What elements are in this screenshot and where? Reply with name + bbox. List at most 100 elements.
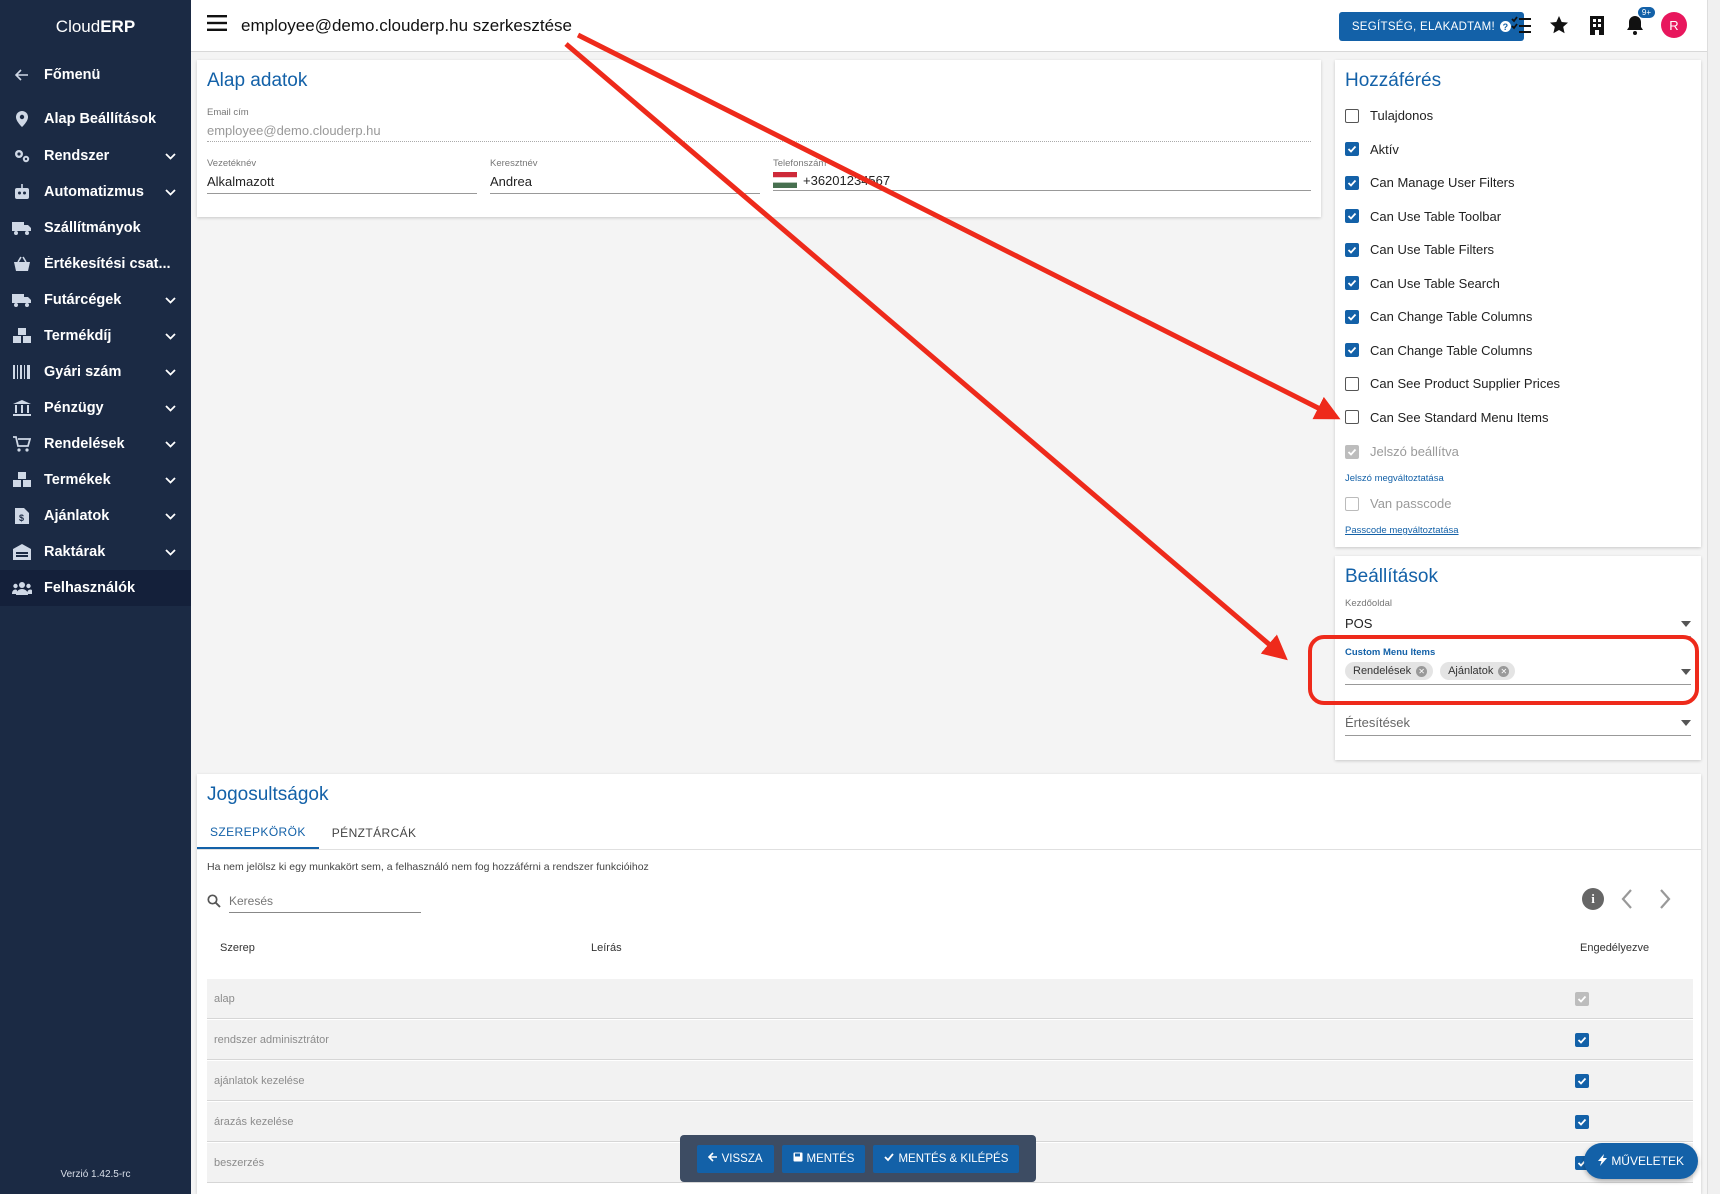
- notifications-select[interactable]: Értesítések: [1345, 713, 1691, 736]
- sidebar-back-main[interactable]: Főmenü: [0, 54, 191, 96]
- search-input[interactable]: [229, 892, 421, 913]
- access-checkbox-row[interactable]: Tulajdonos: [1345, 99, 1685, 133]
- tab-roles[interactable]: SZEREPKÖRÖK: [197, 816, 319, 849]
- star-icon[interactable]: [1547, 13, 1571, 37]
- table-row[interactable]: alap: [207, 979, 1693, 1019]
- access-checkbox-label: Can Change Table Columns: [1370, 342, 1533, 358]
- tab-wallets[interactable]: PÉNZTÁRCÁK: [319, 816, 430, 849]
- checkbox-checked[interactable]: [1345, 242, 1359, 257]
- bolt-icon: [1598, 1153, 1608, 1169]
- basic-data-card: Alap adatok Email cím employee@demo.clou…: [197, 60, 1321, 217]
- access-checkbox-row[interactable]: Aktív: [1345, 133, 1685, 167]
- brand-logo[interactable]: Cloud ERP: [0, 0, 191, 54]
- svg-text:$: $: [19, 513, 24, 523]
- info-icon[interactable]: i: [1582, 888, 1604, 910]
- chip-remove-icon[interactable]: ✕: [1498, 665, 1510, 677]
- role-name: árazás kezelése: [214, 1115, 294, 1128]
- access-checkbox-label: Can Use Table Filters: [1370, 242, 1495, 258]
- menu-toggle-button[interactable]: [195, 0, 239, 52]
- table-row[interactable]: ajánlatok kezelése: [207, 1061, 1693, 1101]
- sidebar-item-penzugy[interactable]: Pénzügy: [0, 390, 191, 426]
- building-icon[interactable]: [1585, 13, 1609, 37]
- chip-label: Ajánlatok: [1448, 665, 1494, 677]
- change-password-link[interactable]: Jelszó megváltoztatása: [1345, 473, 1444, 484]
- home-page-label: Kezdőoldal: [1345, 598, 1393, 609]
- sidebar-item-futarcegek[interactable]: Futárcégek: [0, 282, 191, 318]
- task-list-icon[interactable]: [1509, 13, 1533, 37]
- checkbox-unchecked[interactable]: [1345, 376, 1359, 391]
- dropdown-arrow-icon: [1681, 662, 1691, 680]
- checkbox-checked[interactable]: [1345, 343, 1359, 358]
- sidebar-item-label: Ajánlatok: [44, 508, 110, 524]
- avatar[interactable]: R: [1661, 12, 1687, 38]
- sidebar-item-label: Futárcégek: [44, 292, 122, 308]
- access-checkbox-row[interactable]: Can See Standard Menu Items: [1345, 401, 1685, 435]
- chevron-down-icon: [163, 473, 177, 487]
- access-checkbox-row[interactable]: Can Manage User Filters: [1345, 166, 1685, 200]
- checkbox-unchecked[interactable]: [1345, 108, 1359, 123]
- role-name: ajánlatok kezelése: [214, 1074, 305, 1087]
- checkbox-checked[interactable]: [1575, 1114, 1589, 1129]
- sidebar-item-label: Raktárak: [44, 544, 106, 560]
- role-name: alap: [214, 992, 235, 1005]
- sidebar-item-ajanlatok[interactable]: $ Ajánlatok: [0, 498, 191, 534]
- sidebar-item-szallitmanyok[interactable]: Szállítmányok: [0, 210, 191, 246]
- checkbox-checked[interactable]: [1575, 1073, 1589, 1088]
- sidebar-item-rendszer[interactable]: Rendszer: [0, 138, 191, 174]
- help-button[interactable]: SEGÍTSÉG, ELAKADTAM! ?: [1338, 12, 1524, 41]
- checkbox-unchecked[interactable]: [1345, 410, 1359, 425]
- bottom-action-bar: VISSZA MENTÉS MENTÉS & KILÉPÉS: [680, 1135, 1036, 1182]
- checkbox-checked[interactable]: [1345, 142, 1359, 157]
- sidebar-item-raktarak[interactable]: Raktárak: [0, 534, 191, 570]
- custom-menu-items-label: Custom Menu Items: [1345, 647, 1436, 658]
- page-scrollbar[interactable]: [1707, 0, 1720, 1194]
- checkbox-checked[interactable]: [1575, 1032, 1589, 1047]
- access-checkbox-row[interactable]: Can Use Table Search: [1345, 267, 1685, 301]
- home-page-select[interactable]: Kezdőoldal POS: [1345, 598, 1691, 637]
- access-checkbox-row[interactable]: Can Use Table Filters: [1345, 233, 1685, 267]
- access-checkbox-row[interactable]: Can Change Table Columns: [1345, 334, 1685, 368]
- actions-button[interactable]: MŰVELETEK: [1584, 1143, 1698, 1179]
- checkbox-checked[interactable]: [1345, 175, 1359, 190]
- sidebar-item-ertekesitesi-csat[interactable]: Értékesítési csat...: [0, 246, 191, 282]
- bell-icon[interactable]: 9+: [1623, 7, 1655, 37]
- access-checkbox-row[interactable]: Can Change Table Columns: [1345, 300, 1685, 334]
- chip-remove-icon[interactable]: ✕: [1416, 665, 1428, 677]
- column-enabled[interactable]: Engedélyezve: [1580, 942, 1649, 954]
- sidebar-item-label: Termékek: [44, 472, 111, 488]
- checkbox-checked-disabled: [1575, 991, 1589, 1006]
- table-row[interactable]: rendszer adminisztrátor: [207, 1020, 1693, 1060]
- save-and-exit-button[interactable]: MENTÉS & KILÉPÉS: [873, 1144, 1020, 1173]
- column-description[interactable]: Leírás: [591, 942, 622, 954]
- sidebar-item-gyari-szam[interactable]: Gyári szám: [0, 354, 191, 390]
- checkbox-checked[interactable]: [1345, 276, 1359, 291]
- chevron-left-icon[interactable]: [1619, 888, 1635, 915]
- access-card: Hozzáférés Tulajdonos Aktív Can Manage Use…: [1335, 60, 1701, 547]
- custom-menu-items-select[interactable]: Custom Menu Items Rendelések ✕ Ajánlatok ✕: [1345, 647, 1691, 685]
- passcode-label: Van passcode: [1370, 496, 1452, 512]
- sidebar-item-termekdij[interactable]: Termékdíj: [0, 318, 191, 354]
- checkbox-checked[interactable]: [1345, 309, 1359, 324]
- sidebar-item-termekek[interactable]: Termékek: [0, 462, 191, 498]
- checkbox-checked[interactable]: [1345, 209, 1359, 224]
- sidebar-item-label: Automatizmus: [44, 184, 144, 200]
- sidebar-item-rendelesek[interactable]: Rendelések: [0, 426, 191, 462]
- phone-field[interactable]: Telefonszám +36201234567: [773, 158, 1311, 191]
- column-role[interactable]: Szerep: [220, 942, 255, 954]
- access-checkbox-row[interactable]: Can See Product Supplier Prices: [1345, 367, 1685, 401]
- access-checkbox-row[interactable]: Can Use Table Toolbar: [1345, 200, 1685, 234]
- save-button[interactable]: MENTÉS: [781, 1144, 866, 1173]
- access-checkbox-label: Can See Product Supplier Prices: [1370, 376, 1561, 392]
- version-label: Verzió 1.42.5-rc: [60, 1169, 131, 1180]
- sidebar-item-label: Pénzügy: [44, 400, 104, 416]
- lastname-field[interactable]: Vezetéknév Alkalmazott: [207, 158, 477, 194]
- change-passcode-link[interactable]: Passcode megváltoztatása: [1345, 525, 1459, 536]
- hungary-flag-icon[interactable]: [773, 172, 797, 188]
- sidebar-item-automatizmus[interactable]: Automatizmus: [0, 174, 191, 210]
- chevron-right-icon[interactable]: [1657, 888, 1673, 915]
- sidebar-item-alap-beallitasok[interactable]: Alap Beállítások: [0, 100, 191, 138]
- password-set-label: Jelszó beállítva: [1370, 444, 1459, 460]
- sidebar-item-felhasznalok[interactable]: Felhasználók: [0, 570, 191, 606]
- firstname-field[interactable]: Keresztnév Andrea: [490, 158, 760, 194]
- back-button[interactable]: VISSZA: [696, 1144, 774, 1173]
